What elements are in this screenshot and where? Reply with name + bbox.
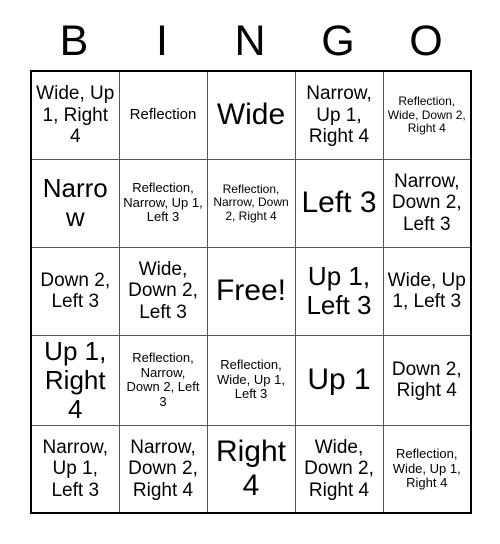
bingo-grid: Wide, Up 1, Right 4 Reflection Wide Narr… xyxy=(30,70,472,515)
bingo-free-space[interactable]: Free! xyxy=(206,246,296,336)
bingo-cell[interactable]: Narrow xyxy=(30,158,120,248)
bingo-header-letter-o: O xyxy=(409,16,443,65)
bingo-cell[interactable]: Up 1, Left 3 xyxy=(294,246,384,336)
bingo-row: Narrow, Up 1, Left 3 Narrow, Down 2, Rig… xyxy=(30,424,472,514)
bingo-header-letter-n: N xyxy=(234,16,266,65)
bingo-cell[interactable]: Wide, Up 1, Right 4 xyxy=(30,70,120,160)
bingo-cell[interactable]: Reflection, Narrow, Up 1, Left 3 xyxy=(118,158,208,248)
bingo-cell[interactable]: Reflection, Wide, Up 1, Left 3 xyxy=(206,334,296,426)
bingo-cell[interactable]: Reflection, Narrow, Down 2, Left 3 xyxy=(118,334,208,426)
bingo-cell[interactable]: Reflection, Wide, Up 1, Right 4 xyxy=(382,424,472,514)
bingo-cell[interactable]: Narrow, Up 1, Right 4 xyxy=(294,70,384,160)
bingo-cell[interactable]: Down 2, Right 4 xyxy=(382,334,472,426)
bingo-cell[interactable]: Wide, Down 2, Right 4 xyxy=(294,424,384,514)
bingo-header-letter-g: G xyxy=(321,16,355,65)
bingo-row: Wide, Up 1, Right 4 Reflection Wide Narr… xyxy=(30,70,472,160)
bingo-cell[interactable]: Wide, Down 2, Left 3 xyxy=(118,246,208,336)
bingo-cell[interactable]: Right 4 xyxy=(206,424,296,514)
bingo-row: Down 2, Left 3 Wide, Down 2, Left 3 Free… xyxy=(30,246,472,336)
bingo-header-letter-i: I xyxy=(156,16,168,65)
bingo-header-letter-b: B xyxy=(59,16,89,65)
bingo-cell[interactable]: Reflection xyxy=(118,70,208,160)
bingo-cell[interactable]: Narrow, Up 1, Left 3 xyxy=(30,424,120,514)
bingo-cell[interactable]: Left 3 xyxy=(294,158,384,248)
bingo-cell[interactable]: Wide, Up 1, Left 3 xyxy=(382,246,472,336)
bingo-cell[interactable]: Up 1 xyxy=(294,334,384,426)
bingo-card: B I N G O Wide, Up 1, Right 4 Reflection… xyxy=(30,12,472,515)
bingo-cell[interactable]: Reflection, Narrow, Down 2, Right 4 xyxy=(206,158,296,248)
bingo-row: Up 1, Right 4 Reflection, Narrow, Down 2… xyxy=(30,334,472,426)
bingo-row: Narrow Reflection, Narrow, Up 1, Left 3 … xyxy=(30,158,472,248)
bingo-cell[interactable]: Down 2, Left 3 xyxy=(30,246,120,336)
bingo-cell[interactable]: Narrow, Down 2, Right 4 xyxy=(118,424,208,514)
bingo-cell[interactable]: Up 1, Right 4 xyxy=(30,334,120,426)
bingo-cell[interactable]: Narrow, Down 2, Left 3 xyxy=(382,158,472,248)
bingo-header: B I N G O xyxy=(30,12,470,70)
bingo-cell[interactable]: Wide xyxy=(206,70,296,160)
bingo-cell[interactable]: Reflection, Wide, Down 2, Right 4 xyxy=(382,70,472,160)
